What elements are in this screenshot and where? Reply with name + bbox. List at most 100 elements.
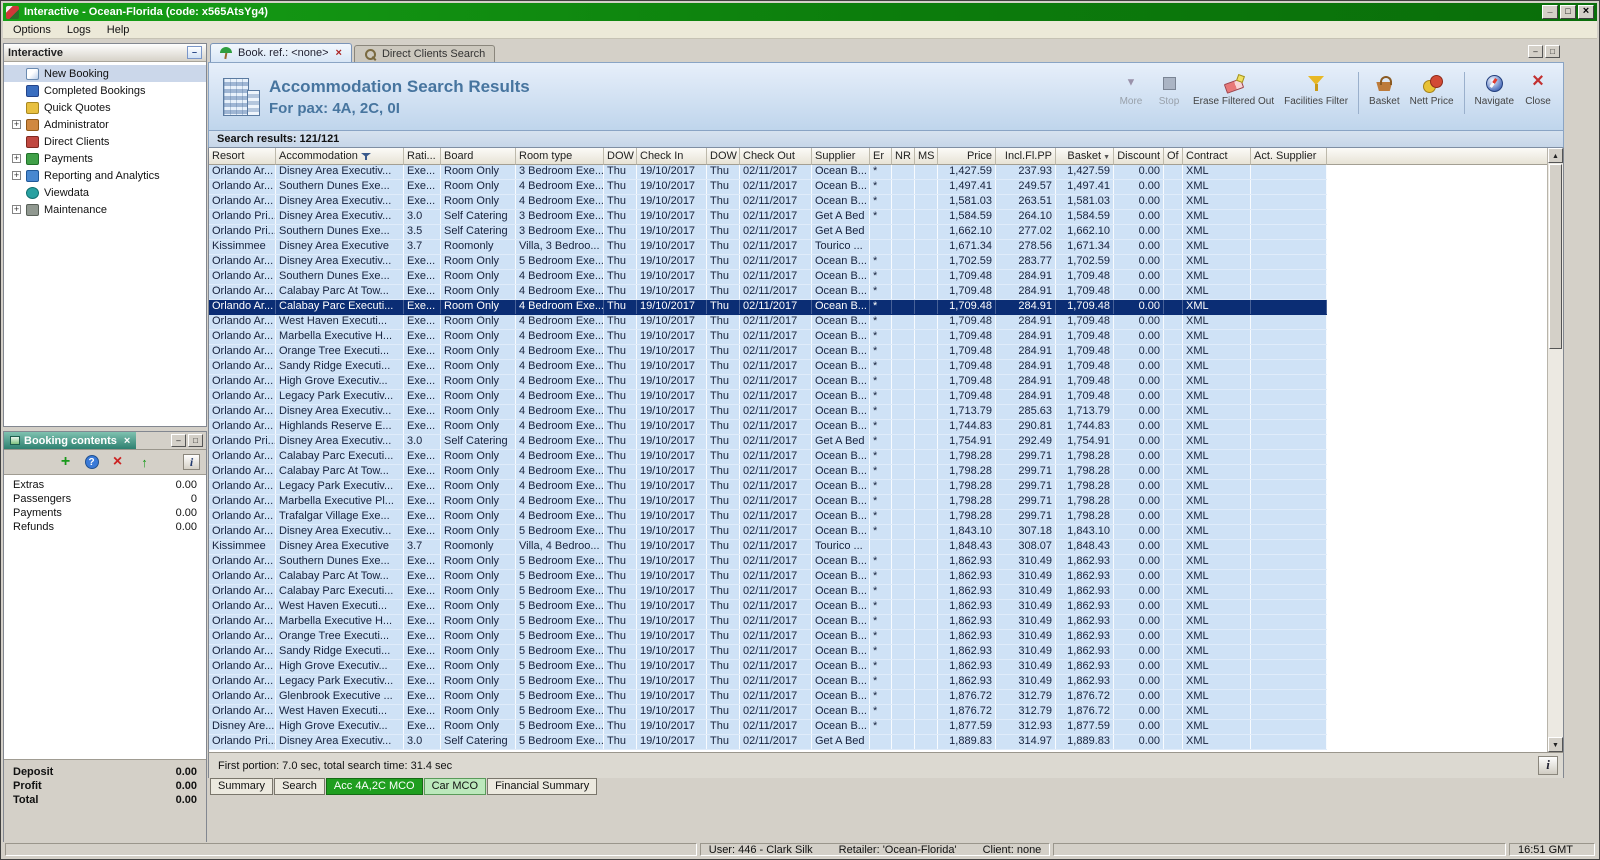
table-row[interactable]: Orlando Ar... Disney Area Executiv... Exe.…	[209, 195, 1327, 210]
table-row[interactable]: Orlando Ar... Orange Tree Executi... Exe..…	[209, 345, 1327, 360]
scroll-up-icon[interactable]	[1548, 148, 1563, 163]
navigate-button[interactable]: Navigate	[1470, 72, 1519, 107]
booking-contents-tab[interactable]: Booking contents	[4, 432, 137, 449]
sidebar-item-viewdata[interactable]: Viewdata	[4, 184, 206, 201]
sidebar-item-reporting-and-analytics[interactable]: Reporting and Analytics	[4, 167, 206, 184]
collapse-panel-button[interactable]	[187, 46, 202, 59]
table-row[interactable]: Orlando Ar... Highlands Reserve E... Exe..…	[209, 420, 1327, 435]
table-row[interactable]: Orlando Ar... Calabay Parc At Tow... Exe..…	[209, 285, 1327, 300]
delete-icon[interactable]	[110, 454, 126, 470]
table-row[interactable]: Orlando Ar... West Haven Executi... Exe...…	[209, 600, 1327, 615]
close-window-button[interactable]	[1578, 5, 1594, 19]
column-header-accommodation[interactable]: Accommodation	[276, 148, 404, 165]
tab-close-icon[interactable]	[336, 47, 342, 59]
table-row[interactable]: Orlando Ar... Legacy Park Executiv... Exe.…	[209, 390, 1327, 405]
vertical-scrollbar[interactable]	[1547, 148, 1563, 752]
expand-icon[interactable]	[12, 154, 21, 163]
info-icon[interactable]	[183, 454, 200, 470]
table-row[interactable]: Orlando Ar... Trafalgar Village Exe... Exe…	[209, 510, 1327, 525]
column-header-board[interactable]: Board	[441, 148, 516, 165]
column-header-resort[interactable]: Resort	[209, 148, 276, 165]
table-row[interactable]: Orlando Ar... Sandy Ridge Executi... Exe..…	[209, 360, 1327, 375]
column-header-of[interactable]: Of	[1164, 148, 1183, 165]
table-row[interactable]: Orlando Ar... Marbella Executive H... Exe.…	[209, 615, 1327, 630]
minimize-button[interactable]	[1542, 5, 1558, 19]
table-row[interactable]: Orlando Ar... High Grove Executiv... Exe..…	[209, 660, 1327, 675]
table-row[interactable]: Orlando Ar... West Haven Executi... Exe...…	[209, 315, 1327, 330]
info-button[interactable]	[1538, 756, 1558, 775]
mdi-restore-button[interactable]	[1545, 45, 1560, 58]
basket-button[interactable]: Basket	[1364, 72, 1405, 107]
menu-help[interactable]: Help	[99, 22, 138, 38]
expand-icon[interactable]	[12, 171, 21, 180]
table-row[interactable]: Orlando Ar... Calabay Parc Executi... Exe.…	[209, 300, 1327, 315]
table-row[interactable]: Kissimmee Disney Area Executive 3.7 Roomonl…	[209, 240, 1327, 255]
stop-button[interactable]: Stop	[1150, 72, 1188, 107]
column-header-check-in[interactable]: Check In	[637, 148, 707, 165]
table-row[interactable]: Orlando Ar... Calabay Parc Executi... Exe.…	[209, 585, 1327, 600]
table-row[interactable]: Orlando Ar... Orange Tree Executi... Exe..…	[209, 630, 1327, 645]
table-row[interactable]: Orlando Pri... Southern Dunes Exe... 3.5 Se…	[209, 225, 1327, 240]
nett-price-button[interactable]: Nett Price	[1405, 72, 1459, 107]
menu-options[interactable]: Options	[5, 22, 59, 38]
column-header-dow[interactable]: DOW	[707, 148, 740, 165]
table-row[interactable]: Orlando Pri... Disney Area Executiv... 3.0…	[209, 210, 1327, 225]
sidebar-item-payments[interactable]: Payments	[4, 150, 206, 167]
sidebar-item-quick-quotes[interactable]: Quick Quotes	[4, 99, 206, 116]
column-header-incl-fl-pp[interactable]: Incl.Fl.PP	[996, 148, 1056, 165]
column-header-nr[interactable]: NR	[892, 148, 915, 165]
sidebar-item-maintenance[interactable]: Maintenance	[4, 201, 206, 218]
column-header-basket[interactable]: Basket	[1056, 148, 1114, 165]
table-row[interactable]: Orlando Ar... High Grove Executiv... Exe..…	[209, 375, 1327, 390]
globe-help-icon[interactable]	[84, 455, 99, 469]
table-row[interactable]: Disney Are... High Grove Executiv... Exe..…	[209, 720, 1327, 735]
maximize-button[interactable]	[1560, 5, 1576, 19]
more-button[interactable]: More	[1112, 72, 1150, 107]
table-row[interactable]: Orlando Ar... Disney Area Executiv... Exe.…	[209, 405, 1327, 420]
sidebar-item-completed-bookings[interactable]: Completed Bookings	[4, 82, 206, 99]
close-button[interactable]: Close	[1519, 72, 1557, 107]
bottom-tab-summary[interactable]: Summary	[210, 778, 274, 795]
bottom-tab-acc-4a-2c-mco[interactable]: Acc 4A,2C MCO	[325, 778, 423, 795]
bottom-tab-financial-summary[interactable]: Financial Summary	[487, 778, 598, 795]
facilities-filter-button[interactable]: Facilities Filter	[1279, 72, 1353, 107]
column-header-supplier[interactable]: Supplier	[812, 148, 870, 165]
sidebar-item-new-booking[interactable]: New Booking	[4, 65, 206, 82]
scrollbar-track[interactable]	[1548, 350, 1563, 737]
table-row[interactable]: Orlando Pri... Disney Area Executiv... 3.0…	[209, 435, 1327, 450]
table-row[interactable]: Orlando Ar... West Haven Executi... Exe...…	[209, 705, 1327, 720]
column-header-ms[interactable]: MS	[915, 148, 938, 165]
upload-icon[interactable]	[137, 454, 153, 470]
menu-logs[interactable]: Logs	[59, 22, 99, 38]
panel-minimize-button[interactable]	[171, 434, 186, 447]
bottom-tab-car-mco[interactable]: Car MCO	[423, 778, 487, 795]
close-panel-icon[interactable]	[124, 435, 130, 447]
column-header-price[interactable]: Price	[938, 148, 996, 165]
table-row[interactable]: Orlando Ar... Southern Dunes Exe... Exe...…	[209, 555, 1327, 570]
scrollbar-thumb[interactable]	[1549, 164, 1562, 349]
table-row[interactable]: Orlando Ar... Southern Dunes Exe... Exe...…	[209, 180, 1327, 195]
column-header-er[interactable]: Er	[870, 148, 892, 165]
bottom-tab-search[interactable]: Search	[274, 778, 325, 795]
add-icon[interactable]	[58, 454, 74, 470]
tab-book-ref-none[interactable]: Book. ref.: <none>	[210, 43, 352, 62]
column-header-check-out[interactable]: Check Out	[740, 148, 812, 165]
table-row[interactable]: Orlando Pri... Disney Area Executiv... 3.0…	[209, 735, 1327, 750]
table-row[interactable]: Orlando Ar... Calabay Parc At Tow... Exe..…	[209, 465, 1327, 480]
column-header-room-type[interactable]: Room type	[516, 148, 604, 165]
table-row[interactable]: Orlando Ar... Glenbrook Executive ... Exe.…	[209, 690, 1327, 705]
sidebar-item-administrator[interactable]: Administrator	[4, 116, 206, 133]
erase-filtered-out-button[interactable]: Erase Filtered Out	[1188, 72, 1279, 107]
table-row[interactable]: Orlando Ar... Marbella Executive Pl... Exe…	[209, 495, 1327, 510]
column-header-discount[interactable]: Discount	[1114, 148, 1164, 165]
table-row[interactable]: Orlando Ar... Disney Area Executiv... Exe.…	[209, 255, 1327, 270]
scroll-down-icon[interactable]	[1548, 737, 1563, 752]
table-row[interactable]: Orlando Ar... Disney Area Executiv... Exe.…	[209, 525, 1327, 540]
tab-direct-clients-search[interactable]: Direct Clients Search	[353, 45, 496, 62]
expand-icon[interactable]	[12, 120, 21, 129]
table-row[interactable]: Orlando Ar... Marbella Executive H... Exe.…	[209, 330, 1327, 345]
table-row[interactable]: Orlando Ar... Southern Dunes Exe... Exe...…	[209, 270, 1327, 285]
table-row[interactable]: Orlando Ar... Disney Area Executiv... Exe.…	[209, 165, 1327, 180]
table-row[interactable]: Orlando Ar... Sandy Ridge Executi... Exe..…	[209, 645, 1327, 660]
table-row[interactable]: Kissimmee Disney Area Executive 3.7 Roomonl…	[209, 540, 1327, 555]
